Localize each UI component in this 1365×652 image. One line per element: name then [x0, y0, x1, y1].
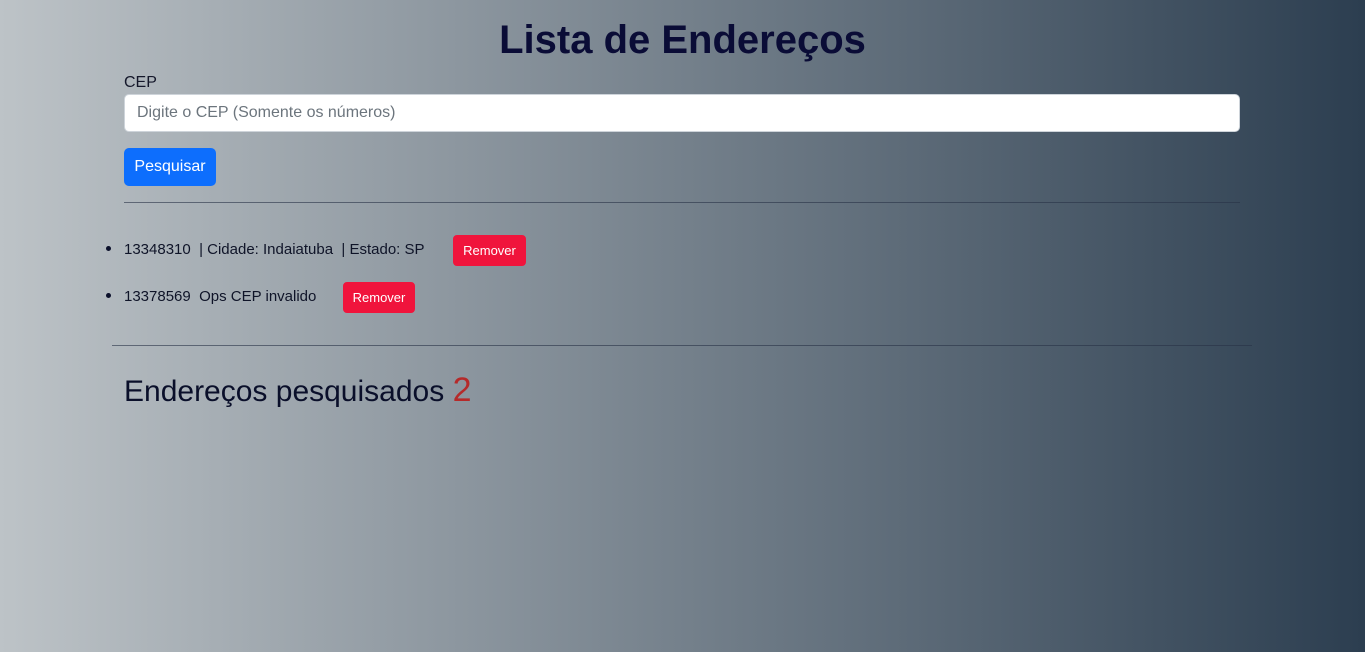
cep-label: CEP [124, 74, 157, 91]
remove-button[interactable]: Remover [343, 282, 415, 313]
list-bullet [106, 293, 111, 298]
address-text: 13378569 Ops CEP invalido [124, 288, 317, 305]
cep-input[interactable] [124, 94, 1240, 132]
address-text: 13348310 | Cidade: Indaiatuba | Estado: … [124, 241, 425, 258]
searched-count-heading: Endereços pesquisados 2 [124, 370, 471, 412]
remove-button[interactable]: Remover [453, 235, 526, 266]
page-title: Lista de Endereços [499, 18, 866, 62]
divider-top [124, 202, 1240, 203]
searched-count-value: 2 [452, 371, 472, 409]
searched-count-label: Endereços pesquisados [124, 375, 445, 408]
list-bullet [106, 246, 111, 251]
search-button[interactable]: Pesquisar [124, 148, 216, 186]
divider-bottom [112, 345, 1252, 346]
